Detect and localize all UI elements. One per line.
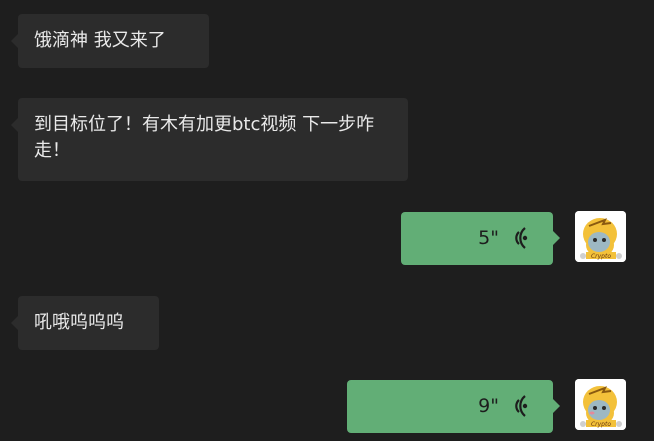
incoming-message-bubble[interactable]: 到目标位了！有木有加更btc视频 下一步咋走！ bbox=[11, 98, 408, 181]
crypto-avatar: Crypto bbox=[575, 211, 626, 262]
chat-area: 饿滴神 我又来了 到目标位了！有木有加更btc视频 下一步咋走！ 5" Cryp… bbox=[0, 0, 654, 441]
voice-wave-icon bbox=[515, 395, 528, 417]
message-text: 到目标位了！有木有加更btc视频 下一步咋走！ bbox=[34, 114, 375, 161]
crypto-avatar: Crypto bbox=[575, 379, 626, 430]
voice-wave-icon bbox=[515, 227, 528, 249]
incoming-message-bubble[interactable]: 饿滴神 我又来了 bbox=[11, 14, 209, 68]
avatar[interactable]: Crypto bbox=[575, 379, 626, 430]
message-text: 饿滴神 我又来了 bbox=[34, 30, 166, 51]
voice-message-bubble[interactable]: 5" bbox=[401, 212, 560, 265]
message-text: 吼哦呜呜呜 bbox=[34, 312, 124, 333]
voice-message-bubble[interactable]: 9" bbox=[347, 380, 560, 433]
avatar[interactable]: Crypto bbox=[575, 211, 626, 262]
voice-duration: 5" bbox=[478, 227, 499, 249]
avatar-label: Crypto bbox=[591, 421, 611, 428]
voice-duration: 9" bbox=[478, 395, 499, 417]
incoming-message-bubble[interactable]: 吼哦呜呜呜 bbox=[11, 296, 159, 350]
avatar-label: Crypto bbox=[591, 253, 611, 260]
